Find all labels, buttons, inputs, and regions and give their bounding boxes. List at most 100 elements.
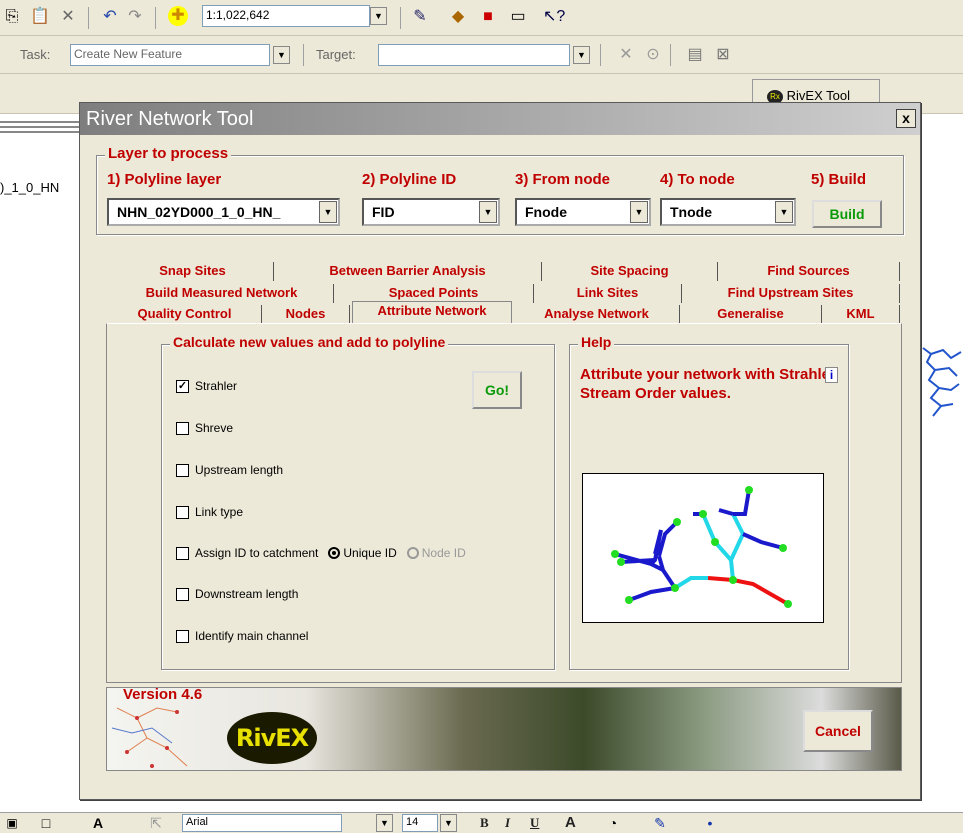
polyline-id-select[interactable]: FID ▼ <box>362 198 500 226</box>
assign-id-checkbox[interactable] <box>176 546 189 560</box>
to-node-select[interactable]: Tnode ▼ <box>660 198 796 226</box>
chevron-down-icon[interactable]: ▼ <box>319 201 337 223</box>
tab-generalise[interactable]: Generalise <box>680 305 822 324</box>
toolbox-icon[interactable]: ■ <box>478 7 498 27</box>
map-river-features <box>922 347 962 417</box>
undo-icon[interactable]: ↶ <box>100 7 120 27</box>
info-button[interactable]: i <box>825 367 838 383</box>
whats-this-icon[interactable]: ↖? <box>543 7 565 27</box>
shreve-checkbox[interactable] <box>176 421 189 435</box>
text-tool-icon[interactable]: A <box>88 813 108 833</box>
italic-button[interactable]: I <box>505 815 510 831</box>
command-line-icon[interactable]: ▭ <box>508 7 528 27</box>
target-label: Target: <box>316 47 356 62</box>
sketch-tool-icon[interactable]: ✕ <box>616 45 636 65</box>
copy-icon[interactable]: ⎘ <box>2 7 22 27</box>
font-name-value: Arial <box>186 816 209 828</box>
map-line <box>0 121 80 123</box>
rivex-tool-label: RivEX Tool <box>786 88 850 103</box>
arctoolbox-icon[interactable]: ◆ <box>448 7 468 27</box>
font-size-field[interactable]: 14 <box>402 814 438 832</box>
option-link-type[interactable]: Link type <box>176 505 243 519</box>
font-color-button[interactable]: A <box>565 814 576 831</box>
add-data-icon[interactable]: ✚ <box>168 6 188 26</box>
font-size-dropdown-arrow[interactable]: ▼ <box>440 814 457 832</box>
line-color-icon[interactable]: ✎ <box>650 813 670 833</box>
option-strahler[interactable]: ✓ Strahler <box>176 379 237 393</box>
calculate-values-group: Calculate new values and add to polyline… <box>161 334 555 670</box>
tab-site-spacing[interactable]: Site Spacing <box>542 262 718 281</box>
paste-icon[interactable]: 📋 <box>30 7 50 27</box>
tab-between-barrier-analysis[interactable]: Between Barrier Analysis <box>274 262 542 281</box>
delete-icon[interactable]: ✕ <box>58 7 78 27</box>
redo-icon[interactable]: ↷ <box>125 7 145 27</box>
tab-kml[interactable]: KML <box>822 305 900 324</box>
chevron-down-icon[interactable]: ▼ <box>775 201 793 223</box>
option-shreve[interactable]: Shreve <box>176 421 233 435</box>
attributes-icon[interactable]: ▤ <box>685 45 705 65</box>
font-size-value: 14 <box>406 816 419 828</box>
go-button[interactable]: Go! <box>472 371 522 409</box>
close-button[interactable]: x <box>896 109 916 128</box>
task-field[interactable]: Create New Feature <box>70 44 270 66</box>
rivex-logo-text: RivEX <box>235 724 309 752</box>
tab-nodes[interactable]: Nodes <box>262 305 350 324</box>
downstream-length-checkbox[interactable] <box>176 587 189 601</box>
unique-id-label: Unique ID <box>343 546 397 560</box>
callout-icon[interactable]: ⇱ <box>146 813 166 833</box>
marker-color-icon[interactable]: • <box>700 813 720 833</box>
sketch-properties-icon[interactable]: ⊠ <box>713 45 733 65</box>
tab-link-sites[interactable]: Link Sites <box>534 284 682 303</box>
assign-id-label: Assign ID to catchment <box>195 546 319 560</box>
map-scale-field[interactable]: 1:1,022,642 <box>202 5 370 27</box>
drawing-icon[interactable]: ▣ <box>2 813 22 833</box>
help-group: Help Attribute your network with Strahle… <box>569 334 849 670</box>
tab-find-upstream-sites[interactable]: Find Upstream Sites <box>682 284 900 303</box>
node-id-radio[interactable] <box>406 547 419 559</box>
bold-button[interactable]: B <box>480 815 489 831</box>
help-text: Attribute your network with Strahler Str… <box>580 366 836 402</box>
unique-id-radio[interactable] <box>328 547 341 559</box>
tab-find-sources[interactable]: Find Sources <box>718 262 900 281</box>
tab-build-measured-network[interactable]: Build Measured Network <box>110 284 334 303</box>
target-dropdown-arrow[interactable]: ▼ <box>573 46 590 64</box>
order-3-stream <box>707 576 789 606</box>
option-identify-main-channel[interactable]: Identify main channel <box>176 629 308 643</box>
link-type-checkbox[interactable] <box>176 505 189 519</box>
chevron-down-icon[interactable]: ▼ <box>479 201 497 223</box>
rectangle-icon[interactable]: □ <box>36 813 56 833</box>
task-label: Task: <box>20 47 51 62</box>
identify-main-channel-checkbox[interactable] <box>176 629 189 643</box>
dialog-titlebar[interactable]: River Network Tool x <box>80 103 920 135</box>
scale-dropdown-arrow[interactable]: ▼ <box>370 7 387 25</box>
cancel-button[interactable]: Cancel <box>803 710 873 752</box>
rotate-icon[interactable]: ⊙ <box>643 45 663 65</box>
rivex-logo: RivEX <box>227 712 317 764</box>
node-id-label: Node ID <box>421 546 466 560</box>
from-node-select[interactable]: Fnode ▼ <box>515 198 651 226</box>
chevron-down-icon[interactable]: ▼ <box>630 201 648 223</box>
upstream-length-checkbox[interactable] <box>176 463 189 477</box>
tab-analyse-network[interactable]: Analyse Network <box>514 305 680 324</box>
tab-snap-sites[interactable]: Snap Sites <box>112 262 274 281</box>
task-dropdown-arrow[interactable]: ▼ <box>273 46 290 64</box>
standard-toolbar: ⎘ 📋 ✕ ↶ ↷ ✚ 1:1,022,642 ▼ ✎ ◆ ■ ▭ ↖? <box>0 0 963 36</box>
editor-icon[interactable]: ✎ <box>410 7 430 27</box>
font-name-dropdown-arrow[interactable]: ▼ <box>376 814 393 832</box>
polyline-layer-select[interactable]: NHN_02YD000_1_0_HN_ ▼ <box>107 198 340 226</box>
font-name-field[interactable]: Arial <box>182 814 342 832</box>
toolbar-separator <box>400 7 401 29</box>
layer-to-process-label: Layer to process <box>105 145 232 162</box>
tab-quality-control[interactable]: Quality Control <box>108 305 262 324</box>
option-downstream-length[interactable]: Downstream length <box>176 587 298 601</box>
tab-attribute-network[interactable]: Attribute Network <box>352 301 512 324</box>
option-assign-id[interactable]: Assign ID to catchment Unique ID Node ID <box>176 546 466 560</box>
strahler-checkbox[interactable]: ✓ <box>176 379 189 393</box>
build-heading: 5) Build <box>811 171 866 188</box>
toolbar-separator <box>670 44 671 66</box>
underline-button[interactable]: U <box>530 815 539 831</box>
fill-color-icon[interactable]: ◔ <box>603 813 623 833</box>
build-button[interactable]: Build <box>812 200 882 228</box>
target-field[interactable] <box>378 44 570 66</box>
option-upstream-length[interactable]: Upstream length <box>176 463 283 477</box>
